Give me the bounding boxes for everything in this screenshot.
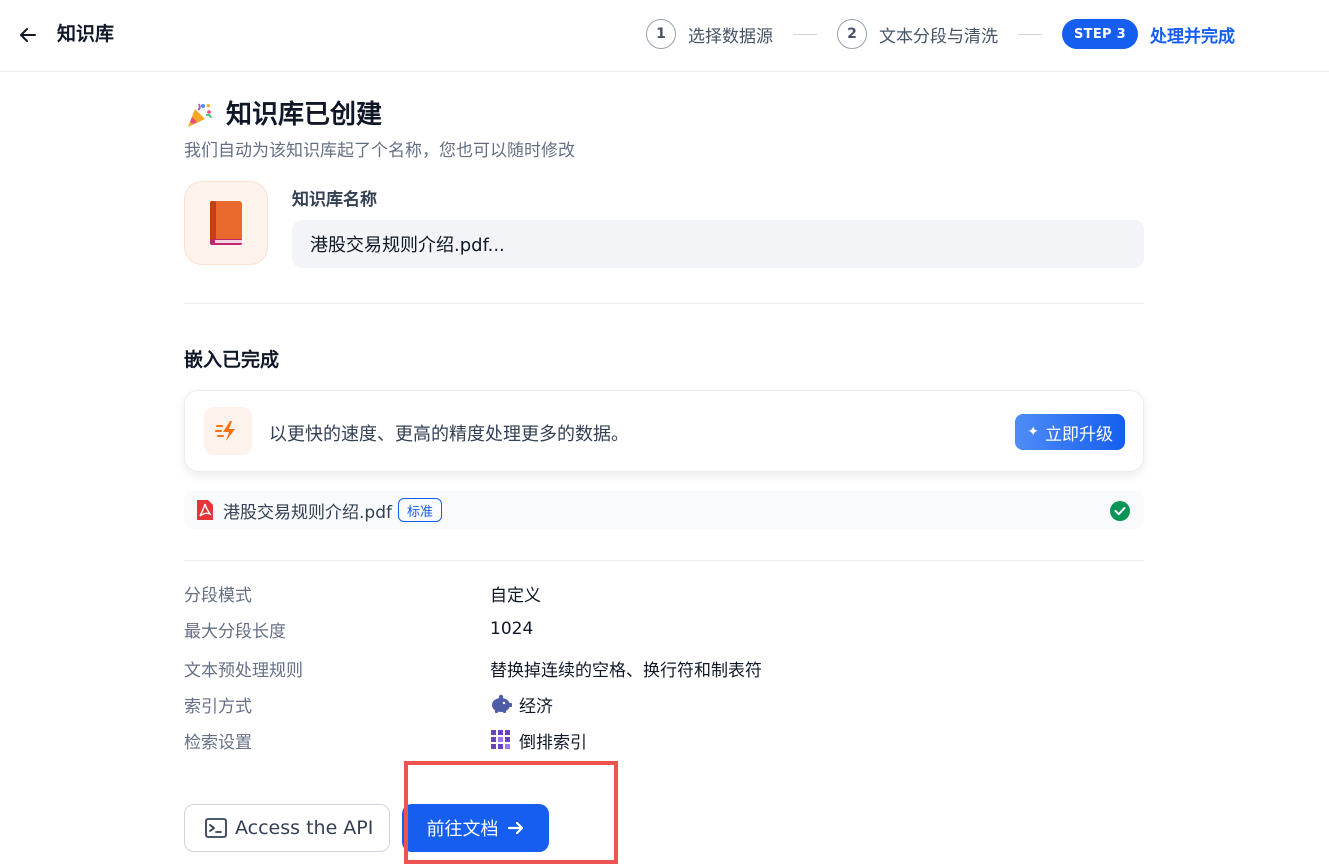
step-1-label: 选择数据源 [688, 26, 773, 47]
setting-key: 索引方式 [184, 696, 252, 717]
embed-complete-title: 嵌入已完成 [184, 349, 280, 371]
check-circle-icon [1110, 501, 1130, 521]
setting-value: 自定义 [490, 585, 541, 606]
file-row: 港股交易规则介绍.pdf 标准 [184, 491, 1144, 529]
step-3-label: 处理并完成 [1150, 26, 1236, 47]
setting-key: 文本预处理规则 [184, 660, 303, 681]
setting-row: 最大分段长度 1024 [184, 616, 1144, 642]
setting-key: 最大分段长度 [184, 621, 286, 642]
arrow-left-icon [20, 28, 36, 42]
arrow-right-icon [507, 820, 525, 836]
upgrade-text: 以更快的速度、更高的精度处理更多的数据。 [269, 424, 629, 445]
step-divider [1018, 33, 1042, 35]
setting-key: 检索设置 [184, 732, 252, 753]
step-2-label: 文本分段与清洗 [879, 26, 998, 47]
divider [184, 560, 1144, 561]
lightning-icon [215, 421, 235, 441]
go-to-docs-label: 前往文档 [426, 819, 499, 840]
step-3-badge: STEP 3 [1062, 19, 1139, 49]
step-2-number: 2 [837, 19, 867, 49]
title-row: 知识库已创建 [184, 98, 382, 132]
file-name: 港股交易规则介绍.pdf [223, 502, 392, 523]
setting-value: 替换掉连续的空格、换行符和制表符 [490, 660, 762, 681]
divider [184, 303, 1144, 304]
setting-value-with-icon: 经济 [490, 692, 553, 717]
terminal-icon [205, 818, 227, 838]
setting-value: 1024 [490, 619, 534, 639]
party-popper-icon [188, 103, 212, 127]
access-api-button[interactable]: Access the API [184, 804, 390, 852]
file-badge: 标准 [397, 498, 442, 522]
page-title: 知识库已创建 [226, 100, 383, 130]
book-icon [210, 201, 242, 245]
setting-value-with-icon: 倒排索引 [490, 728, 587, 753]
kb-name-label: 知识库名称 [292, 190, 377, 210]
step-1-number: 1 [646, 19, 676, 49]
header-title: 知识库 [57, 23, 115, 45]
page-subtitle: 我们自动为该知识库起了个名称，您也可以随时修改 [184, 141, 575, 161]
kb-icon-box [184, 181, 268, 265]
top-header: 知识库 1 选择数据源 2 文本分段与清洗 STEP 3 处理并完成 [0, 0, 1329, 72]
setting-value: 经济 [519, 696, 553, 717]
setting-value: 倒排索引 [519, 732, 587, 753]
access-api-label: Access the API [235, 817, 374, 839]
go-to-docs-button[interactable]: 前往文档 [402, 804, 549, 852]
kb-name-input[interactable] [292, 220, 1144, 268]
sparkle-icon: ✦ [1027, 424, 1039, 440]
upgrade-button[interactable]: ✦ 立即升级 [1015, 414, 1125, 450]
stepper: 1 选择数据源 2 文本分段与清洗 STEP 3 处理并完成 [646, 18, 1235, 50]
upgrade-card: 以更快的速度、更高的精度处理更多的数据。 ✦ 立即升级 [184, 390, 1144, 472]
setting-row: 文本预处理规则 替换掉连续的空格、换行符和制表符 [184, 655, 1144, 681]
piggy-bank-icon [490, 694, 512, 714]
upgrade-button-label: 立即升级 [1045, 424, 1113, 445]
setting-row: 分段模式 自定义 [184, 580, 1144, 606]
setting-row: 检索设置 倒排索引 [184, 727, 1144, 753]
pdf-icon [197, 500, 213, 520]
step-divider [793, 33, 817, 35]
bolt-icon-box [204, 407, 252, 455]
grid-icon [490, 730, 512, 750]
back-button[interactable] [14, 21, 42, 49]
setting-key: 分段模式 [184, 585, 252, 606]
setting-row: 索引方式 经济 [184, 691, 1144, 717]
